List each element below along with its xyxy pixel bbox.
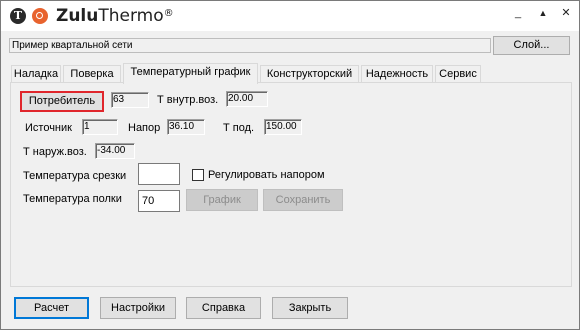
- close-window-button[interactable]: ✕: [559, 6, 573, 20]
- app-title: ZuluThermo®: [56, 6, 174, 26]
- cutoff-label: Температура срезки: [23, 170, 127, 182]
- tab-temperature-graph[interactable]: Температурный график: [123, 63, 258, 84]
- logo-t-icon: T: [10, 8, 26, 24]
- minimize-button[interactable]: _: [511, 6, 525, 20]
- t-outer-value: -34.00: [95, 143, 135, 159]
- t-under-value: 150.00: [264, 119, 302, 135]
- t-inner-label: Т внутр.воз.: [157, 94, 219, 106]
- t-outer-label: Т наруж.воз.: [23, 146, 87, 158]
- consumer-button[interactable]: Потребитель: [20, 91, 104, 112]
- save-button[interactable]: Сохранить: [263, 189, 343, 211]
- shelf-input[interactable]: 70: [138, 190, 180, 212]
- source-value: 1: [82, 119, 118, 135]
- regulate-checkbox[interactable]: [192, 169, 204, 181]
- tab-naladka[interactable]: Наладка: [11, 65, 61, 83]
- brand-light: Thermo: [98, 6, 164, 26]
- regulate-label: Регулировать напором: [208, 169, 325, 181]
- shelf-label: Температура полки: [23, 193, 122, 205]
- network-name-field[interactable]: Пример квартальной сети: [9, 38, 491, 53]
- brand-bold: Zulu: [56, 6, 99, 26]
- layer-button[interactable]: Слой...: [493, 36, 570, 55]
- tab-poverka[interactable]: Поверка: [63, 65, 121, 83]
- head-label: Напор: [128, 122, 161, 134]
- graph-button[interactable]: График: [186, 189, 258, 211]
- help-button[interactable]: Справка: [186, 297, 261, 319]
- logo-o-icon: [32, 8, 48, 24]
- head-value: 36.10: [167, 119, 205, 135]
- tab-servis[interactable]: Сервис: [435, 65, 481, 83]
- tab-konstruktorsky[interactable]: Конструкторский: [260, 65, 359, 83]
- source-label: Источник: [25, 122, 72, 134]
- brand-mark: ®: [163, 8, 174, 19]
- consumer-value: 63: [111, 92, 149, 108]
- calc-button[interactable]: Расчет: [14, 297, 89, 319]
- t-inner-value: 20.00: [226, 91, 268, 107]
- tab-nadezhnost[interactable]: Надежность: [361, 65, 433, 83]
- cutoff-input[interactable]: [138, 163, 180, 185]
- settings-button[interactable]: Настройки: [100, 297, 176, 319]
- t-under-label: Т под.: [223, 122, 255, 134]
- title-bar: T ZuluThermo® _ ▲ ✕: [1, 1, 579, 31]
- close-button[interactable]: Закрыть: [272, 297, 348, 319]
- maximize-button[interactable]: ▲: [536, 6, 550, 20]
- app-window: T ZuluThermo® _ ▲ ✕ Пример квартальной с…: [0, 0, 580, 330]
- tab-panel: [10, 82, 572, 287]
